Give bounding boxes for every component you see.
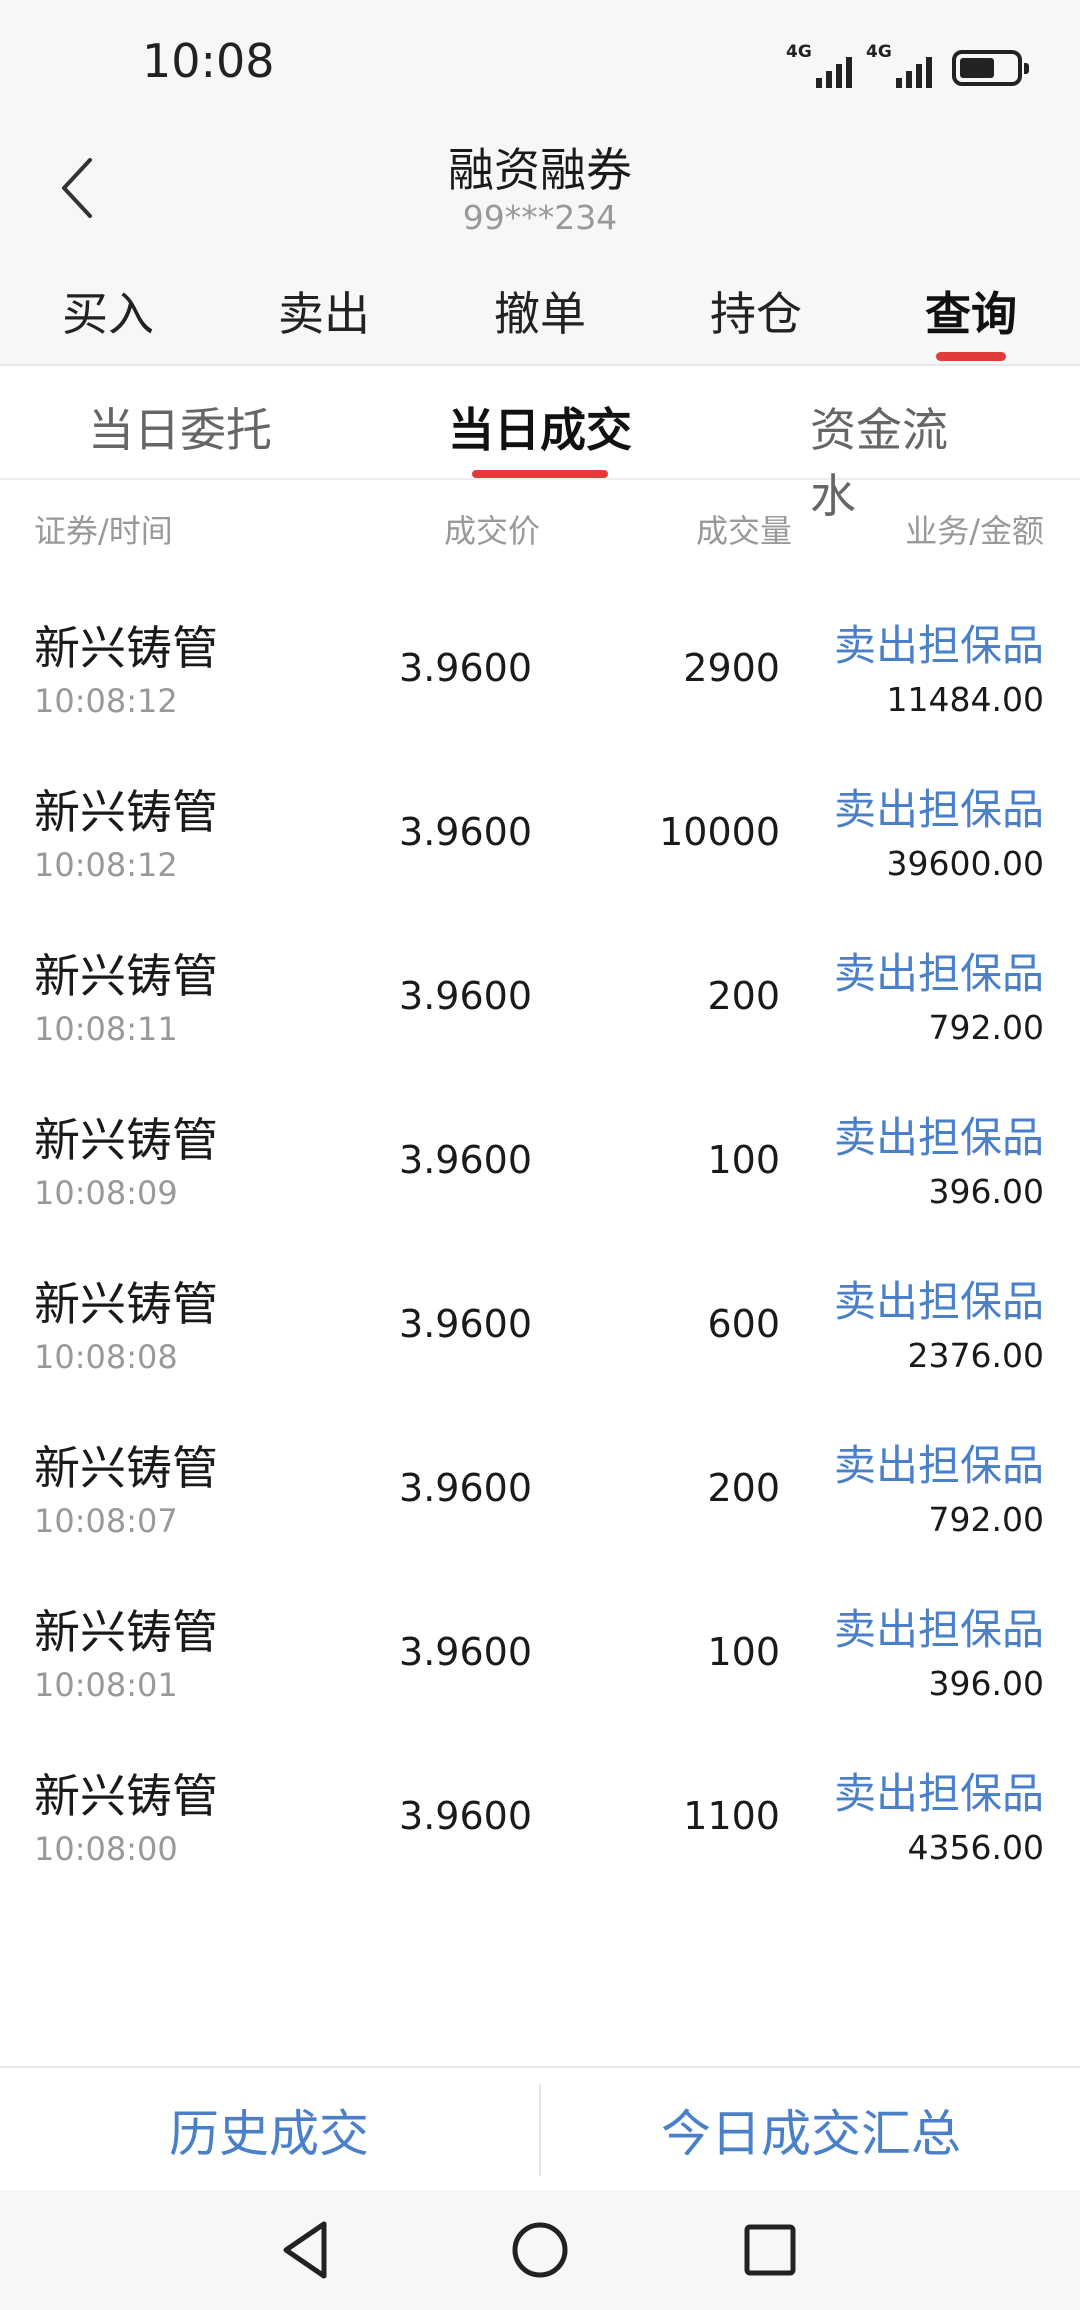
sub-tabs: 当日委托 当日成交 资金流水 <box>0 366 1080 523</box>
signal-icon: 4G <box>786 44 852 88</box>
column-header-business-amount: 业务/金额 <box>905 512 1044 550</box>
trade-price: 3.9600 <box>399 974 532 1018</box>
table-row[interactable]: 新兴铸管 10:08:09 3.9600 100 卖出担保品 396.00 <box>0 1082 1080 1246</box>
signal-icon: 4G <box>866 44 932 88</box>
trade-quantity: 10000 <box>659 810 780 854</box>
trade-time: 10:08:12 <box>34 846 178 884</box>
trade-quantity: 100 <box>707 1138 780 1182</box>
square-recent-icon <box>744 2224 796 2276</box>
business-type: 卖出担保品 <box>833 785 1044 834</box>
tab-cancel-order[interactable]: 撤单 <box>494 278 586 344</box>
table-row[interactable]: 新兴铸管 10:08:12 3.9600 10000 卖出担保品 39600.0… <box>0 754 1080 918</box>
nav-home-button[interactable] <box>502 2212 578 2288</box>
triangle-back-icon <box>283 2221 327 2279</box>
trade-price: 3.9600 <box>399 1302 532 1346</box>
main-tabs: 买入 卖出 撤单 持仓 查询 <box>0 260 1080 366</box>
tab-buy[interactable]: 买入 <box>62 278 154 344</box>
bottom-action-bar: 历史成交 今日成交汇总 <box>0 2066 1080 2192</box>
table-row[interactable]: 新兴铸管 10:08:08 3.9600 600 卖出担保品 2376.00 <box>0 1246 1080 1410</box>
table-row[interactable]: 新兴铸管 10:08:00 3.9600 1100 卖出担保品 4356.00 <box>0 1738 1080 1902</box>
active-tab-indicator <box>936 352 1006 361</box>
trade-price: 3.9600 <box>399 810 532 854</box>
business-type: 卖出担保品 <box>833 949 1044 998</box>
trade-quantity: 1100 <box>683 1794 780 1838</box>
trade-time: 10:08:09 <box>34 1174 178 1212</box>
network-type-label: 4G <box>786 42 812 62</box>
table-row[interactable]: 新兴铸管 10:08:01 3.9600 100 卖出担保品 396.00 <box>0 1574 1080 1738</box>
status-bar: 10:08 4G 4G <box>0 0 1080 120</box>
column-header-security-time: 证券/时间 <box>34 512 173 550</box>
status-icons: 4G 4G <box>786 40 1029 88</box>
network-type-label: 4G <box>866 42 892 62</box>
security-name: 新兴铸管 <box>34 621 218 675</box>
trade-quantity: 200 <box>707 974 780 1018</box>
business-type: 卖出担保品 <box>833 1441 1044 1490</box>
business-type: 卖出担保品 <box>833 621 1044 670</box>
active-subtab-indicator <box>472 470 608 478</box>
trade-amount: 2376.00 <box>907 1336 1044 1375</box>
security-name: 新兴铸管 <box>34 1769 218 1823</box>
security-name: 新兴铸管 <box>34 1277 218 1331</box>
system-nav-bar <box>0 2190 1080 2310</box>
trade-time: 10:08:01 <box>34 1666 178 1704</box>
table-row[interactable]: 新兴铸管 10:08:07 3.9600 200 卖出担保品 792.00 <box>0 1410 1080 1574</box>
trade-time: 10:08:07 <box>34 1502 178 1540</box>
trade-price: 3.9600 <box>399 1630 532 1674</box>
column-header-quantity: 成交量 <box>695 512 792 550</box>
security-name: 新兴铸管 <box>34 949 218 1003</box>
trade-amount: 4356.00 <box>907 1828 1044 1867</box>
trade-amount: 792.00 <box>928 1008 1044 1047</box>
trade-amount: 11484.00 <box>886 680 1044 719</box>
trade-price: 3.9600 <box>399 1466 532 1510</box>
tab-today-trades[interactable]: 当日成交 <box>448 394 632 460</box>
today-summary-button[interactable]: 今日成交汇总 <box>542 2068 1080 2192</box>
security-name: 新兴铸管 <box>34 785 218 839</box>
trade-price: 3.9600 <box>399 1138 532 1182</box>
nav-back-button[interactable] <box>270 2212 346 2288</box>
trade-amount: 39600.00 <box>886 844 1044 883</box>
trade-price: 3.9600 <box>399 646 532 690</box>
trade-time: 10:08:12 <box>34 682 178 720</box>
security-name: 新兴铸管 <box>34 1605 218 1659</box>
security-name: 新兴铸管 <box>34 1113 218 1167</box>
trade-amount: 396.00 <box>928 1172 1044 1211</box>
nav-recent-button[interactable] <box>732 2212 808 2288</box>
circle-home-icon <box>512 2222 568 2278</box>
security-name: 新兴铸管 <box>34 1441 218 1495</box>
trade-quantity: 100 <box>707 1630 780 1674</box>
battery-icon <box>952 50 1029 86</box>
header: 融资融券 99***234 <box>0 120 1080 260</box>
trade-amount: 396.00 <box>928 1664 1044 1703</box>
business-type: 卖出担保品 <box>833 1277 1044 1326</box>
tab-sell[interactable]: 卖出 <box>278 278 370 344</box>
history-trades-button[interactable]: 历史成交 <box>0 2068 538 2192</box>
trade-quantity: 2900 <box>683 646 780 690</box>
account-number: 99***234 <box>462 198 618 237</box>
table-row[interactable]: 新兴铸管 10:08:11 3.9600 200 卖出担保品 792.00 <box>0 918 1080 1082</box>
trade-quantity: 200 <box>707 1466 780 1510</box>
divider <box>539 2084 541 2176</box>
table-row[interactable]: 新兴铸管 10:08:12 3.9600 2900 卖出担保品 11484.00 <box>0 590 1080 754</box>
tab-today-orders[interactable]: 当日委托 <box>88 394 272 460</box>
trade-amount: 792.00 <box>928 1500 1044 1539</box>
trade-price: 3.9600 <box>399 1794 532 1838</box>
column-header-price: 成交价 <box>443 512 540 550</box>
status-time: 10:08 <box>142 34 275 88</box>
tab-query[interactable]: 查询 <box>925 278 1017 344</box>
business-type: 卖出担保品 <box>833 1769 1044 1818</box>
tab-positions[interactable]: 持仓 <box>710 278 802 344</box>
trade-quantity: 600 <box>707 1302 780 1346</box>
business-type: 卖出担保品 <box>833 1113 1044 1162</box>
business-type: 卖出担保品 <box>833 1605 1044 1654</box>
trade-time: 10:08:11 <box>34 1010 178 1048</box>
page-title: 融资融券 <box>448 143 632 197</box>
trade-time: 10:08:00 <box>34 1830 178 1868</box>
trade-time: 10:08:08 <box>34 1338 178 1376</box>
